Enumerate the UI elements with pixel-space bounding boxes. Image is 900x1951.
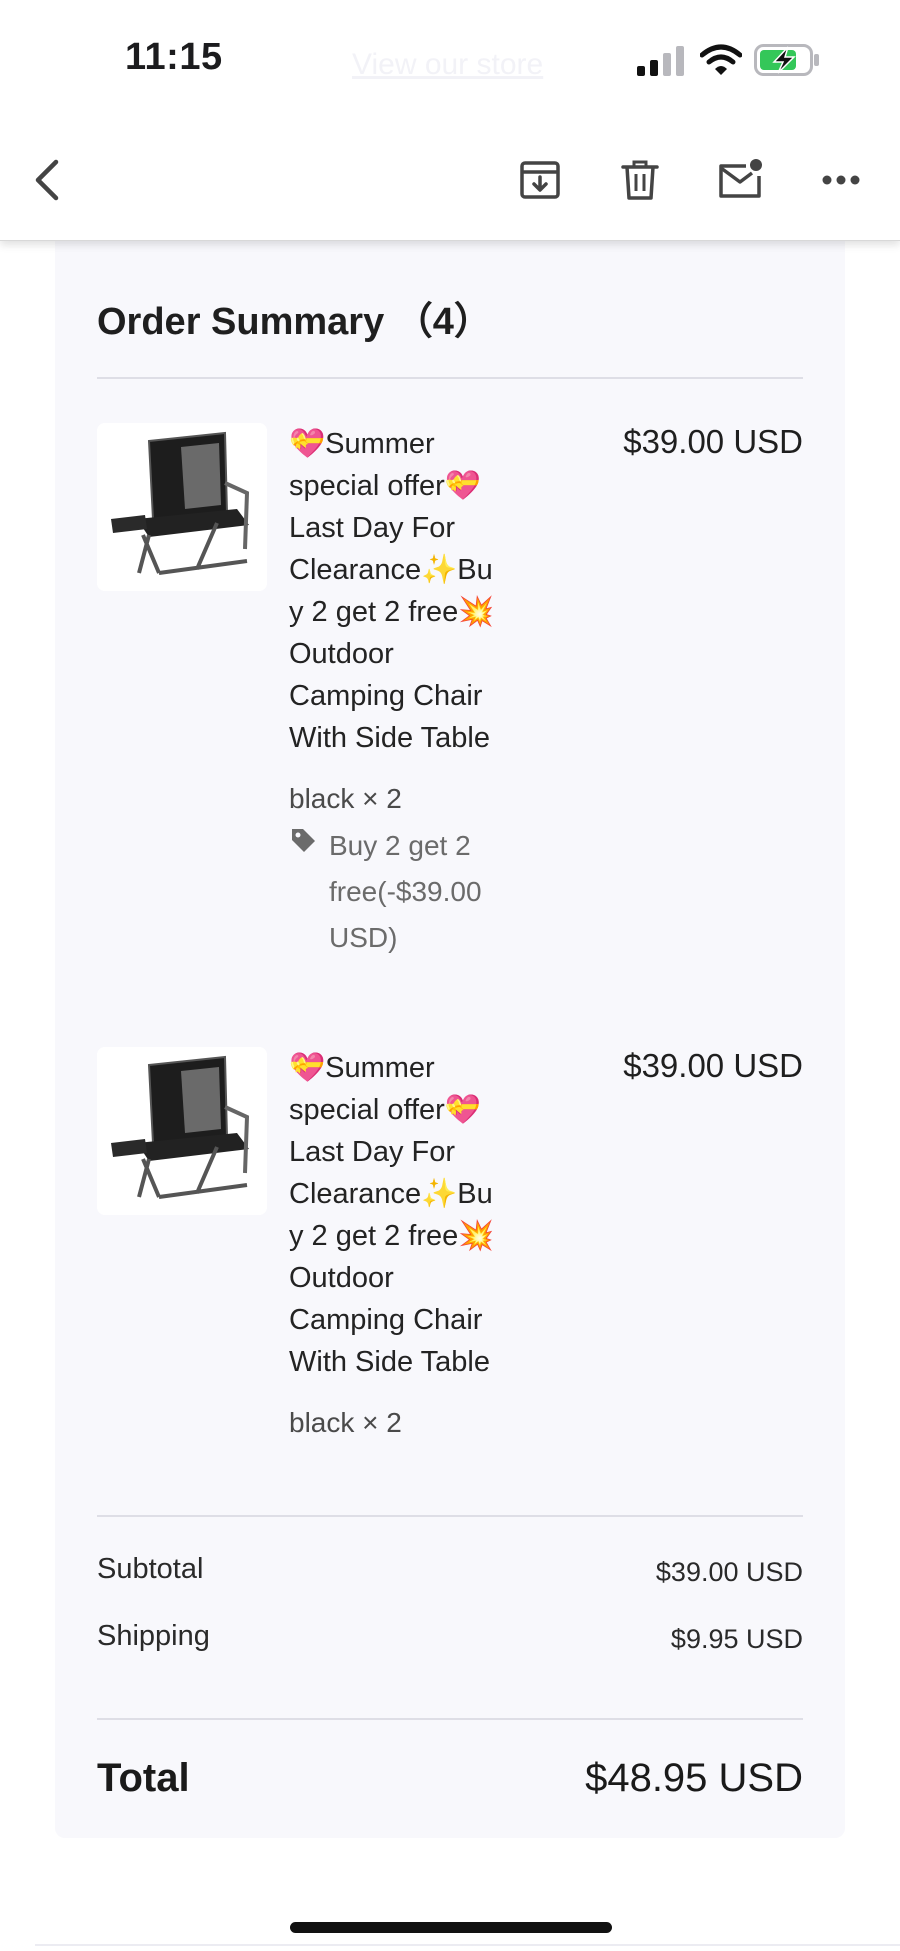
product-image[interactable]	[97, 1047, 267, 1215]
view-store-link[interactable]: View our store	[352, 48, 543, 82]
item-price: $39.00 USD	[623, 423, 803, 460]
archive-button[interactable]	[512, 152, 568, 208]
product-image[interactable]	[97, 423, 267, 591]
back-button[interactable]	[18, 152, 74, 208]
order-summary-card: Order Summary （4） 💝Summer special offer💝…	[55, 240, 845, 1838]
total-label: Total	[97, 1756, 190, 1800]
product-title[interactable]: 💝Summer special offer💝 Last Day For Clea…	[289, 423, 529, 759]
total-value: $48.95 USD	[585, 1756, 803, 1800]
tag-icon	[292, 829, 315, 852]
delete-button[interactable]	[612, 152, 668, 208]
subtotal-label: Subtotal	[97, 1553, 204, 1585]
archive-icon	[520, 161, 560, 199]
cellular-signal-icon	[637, 46, 684, 76]
shipping-value: $9.95 USD	[670, 1624, 803, 1654]
divider	[97, 1515, 803, 1517]
trash-icon	[621, 160, 659, 200]
subtotal-value: $39.00 USD	[655, 1557, 803, 1587]
divider	[97, 1718, 803, 1720]
mark-unread-mail-icon	[719, 159, 762, 198]
divider	[35, 1944, 900, 1946]
order-item[interactable]: 💝Summer special offer💝 Last Day For Clea…	[97, 423, 803, 983]
home-indicator[interactable]	[290, 1922, 612, 1933]
discount-text: Buy 2 get 2 free(-$39.00 USD)	[329, 830, 482, 953]
camping-chair-image	[97, 1047, 267, 1215]
mail-toolbar	[0, 120, 900, 241]
more-button[interactable]	[813, 152, 869, 208]
battery-charging-icon	[754, 44, 819, 76]
item-variant: black × 2	[289, 1407, 402, 1438]
order-item[interactable]: 💝Summer special offer💝 Last Day For Clea…	[97, 1047, 803, 1438]
divider	[97, 377, 803, 379]
back-chevron-icon	[35, 159, 59, 201]
status-bar: 11:15 View our store	[0, 0, 900, 120]
status-time: 11:15	[125, 36, 223, 78]
wifi-icon	[700, 44, 742, 75]
item-price: $39.00 USD	[623, 1047, 803, 1084]
camping-chair-image	[97, 423, 267, 591]
more-icon	[822, 175, 860, 185]
order-summary-title: Order Summary （4）	[97, 301, 492, 343]
item-variant: black × 2	[289, 783, 402, 814]
mark-unread-button[interactable]	[712, 152, 768, 208]
product-title[interactable]: 💝Summer special offer💝 Last Day For Clea…	[289, 1047, 529, 1383]
shipping-label: Shipping	[97, 1620, 210, 1652]
